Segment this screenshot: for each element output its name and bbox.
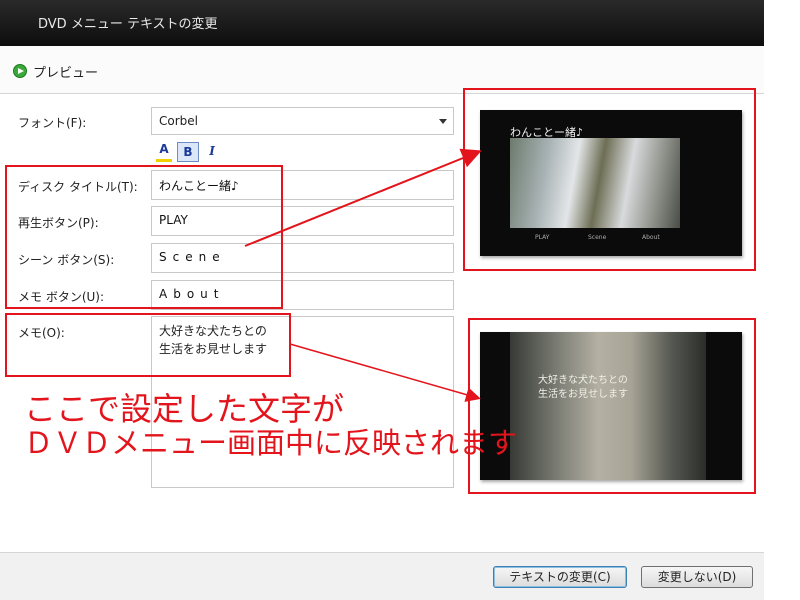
annotation-box-memo	[5, 313, 291, 377]
play-icon	[13, 64, 27, 78]
apply-text-button[interactable]: テキストの変更(C)	[493, 566, 627, 588]
bold-button[interactable]: B	[177, 142, 199, 162]
text-color-button[interactable]: A	[156, 142, 172, 162]
preview-thumbnail-menu: わんことー緒♪ PLAY Scene About	[480, 110, 742, 256]
menu-photo	[510, 138, 680, 228]
thumb-about-label: About	[642, 234, 660, 241]
thumb-play-label: PLAY	[535, 234, 550, 241]
preview-toggle[interactable]: プレビュー	[0, 46, 764, 94]
annotation-box-fields	[5, 165, 283, 309]
callout-line: ＤＶＤメニュー画面中に反映されます	[24, 426, 518, 460]
thumb-memo-text: 大好きな犬たちとの 生活をお見せします	[538, 374, 628, 402]
preview-label: プレビュー	[33, 66, 99, 81]
about-photo	[510, 332, 706, 480]
italic-button[interactable]: I	[205, 142, 219, 162]
thumb-disc-title: わんことー緒♪	[510, 126, 584, 139]
preview-thumbnail-about: 大好きな犬たちとの 生活をお見せします	[480, 332, 742, 480]
right-margin	[764, 0, 800, 600]
cancel-button[interactable]: 変更しない(D)	[641, 566, 753, 588]
thumb-scene-label: Scene	[588, 234, 607, 241]
title-bar: DVD メニュー テキストの変更	[0, 0, 764, 46]
font-select-value: Corbel	[159, 114, 198, 128]
thumb-memo-line: 生活をお見せします	[538, 389, 628, 400]
font-select[interactable]: Corbel	[151, 107, 454, 135]
font-label: フォント(F):	[18, 116, 87, 130]
thumb-memo-line: 大好きな犬たちとの	[538, 375, 628, 386]
window-title: DVD メニュー テキストの変更	[38, 17, 218, 32]
chevron-down-icon	[439, 119, 447, 124]
